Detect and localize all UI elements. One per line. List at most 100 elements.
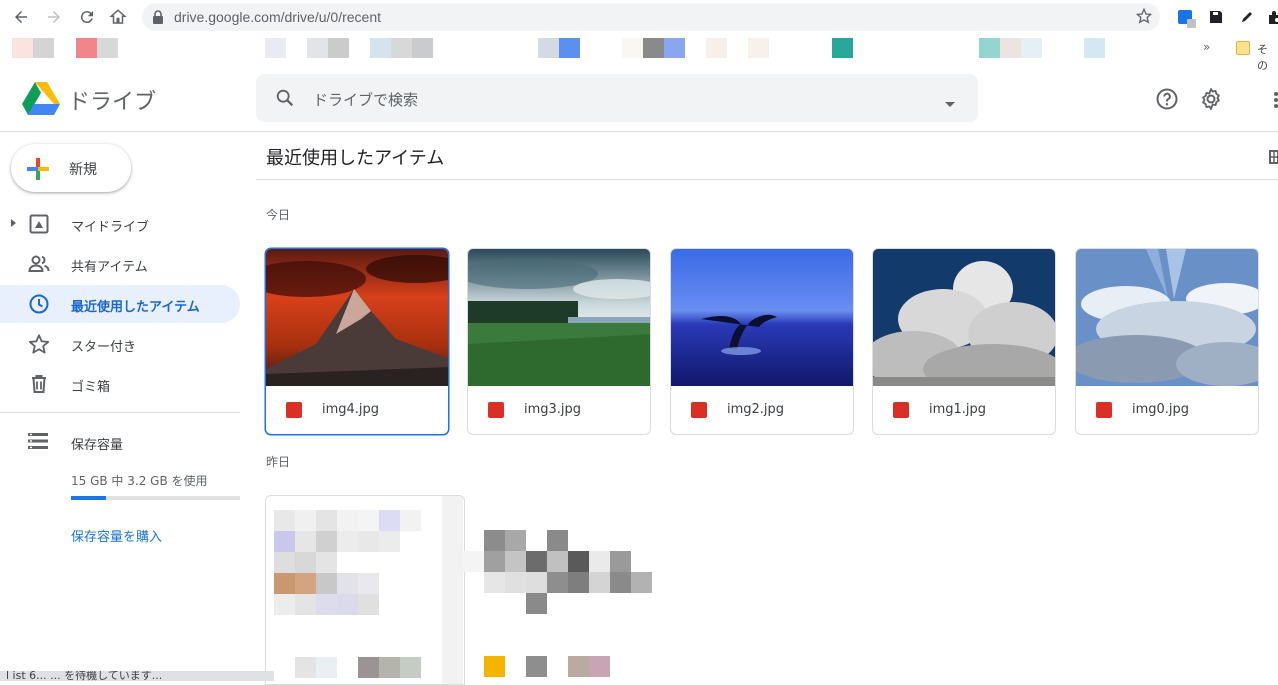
sidebar-item-shared[interactable]: 共有アイテム [0,245,240,283]
redacted-pixel [568,572,589,593]
redacted-pixel [379,531,400,552]
expand-arrow-icon[interactable] [11,219,16,227]
bookmark-item[interactable] [1000,38,1021,58]
bookmark-item[interactable] [33,38,54,58]
redacted-pixel [316,510,337,531]
bookmark-item[interactable] [538,38,559,58]
help-icon[interactable] [1155,87,1179,111]
file-card[interactable]: img1.jpg [872,248,1056,435]
sidebar-item-my-drive[interactable]: マイドライブ [0,205,240,243]
redacted-pixel [526,551,547,572]
bookmark-item[interactable] [12,38,33,58]
bookmark-item[interactable] [664,38,685,58]
redacted-pixel [358,531,379,552]
bookmark-item[interactable] [622,38,643,58]
file-thumbnail [671,249,853,386]
redacted-pixel [295,594,316,615]
search-icon[interactable] [274,87,296,113]
buy-storage-link[interactable]: 保存容量を購入 [71,526,162,545]
bookmark-item[interactable] [643,38,664,58]
sidebar-item-recent[interactable]: 最近使用したアイテム [0,285,240,323]
apps-menu-icon[interactable] [1270,87,1278,111]
redacted-pixel [316,657,337,678]
redacted-pixel [316,594,337,615]
file-name: img2.jpg [727,402,785,417]
redacted-pixel [589,551,610,572]
settings-gear-icon[interactable] [1199,87,1223,111]
redacted-pixel [526,572,547,593]
sidebar-item-label: 最近使用したアイテム [71,300,200,315]
redacted-pixel [295,552,316,573]
redacted-pixel [526,656,547,677]
bookmark-item[interactable] [412,38,433,58]
redacted-pixel [337,510,358,531]
bookmark-item[interactable] [1084,38,1105,58]
section-label-today: 今日 [266,208,291,222]
redacted-pixel [589,656,610,677]
reload-icon[interactable] [76,6,98,28]
bookmarks-overflow-button[interactable]: » [1203,40,1210,54]
bookmark-item[interactable] [265,38,286,58]
new-button-label: 新規 [69,162,97,178]
extensions-puzzle-icon[interactable] [1264,7,1278,27]
drive-logo-icon[interactable] [22,82,60,116]
redacted-pixel [547,530,568,551]
redacted-pixel [295,657,316,678]
image-file-icon [1096,402,1112,418]
storage-label[interactable]: 保存容量 [71,434,123,453]
extension-save-icon[interactable] [1206,7,1226,27]
search-box[interactable]: ドライブで検索 [256,74,978,122]
file-thumbnail [1076,249,1258,386]
forward-icon[interactable] [43,6,65,28]
back-icon[interactable] [10,6,32,28]
bookmark-star-icon[interactable] [1135,7,1153,28]
file-card[interactable] [265,495,465,685]
bookmark-item[interactable] [307,38,328,58]
file-card-footer: img4.jpg [266,386,448,434]
address-bar[interactable]: drive.google.com/drive/u/0/recent [142,3,1160,31]
bookmark-item[interactable] [76,38,97,58]
folder-icon [1236,41,1250,55]
file-card-footer: img0.jpg [1076,386,1258,434]
redacted-pixel [274,531,295,552]
new-button[interactable]: 新規 [11,144,131,192]
redacted-pixel [568,551,589,572]
bookmark-item[interactable] [328,38,349,58]
file-thumbnail [266,249,448,386]
bookmark-item[interactable] [370,38,391,58]
bookmarks-bar: » その [0,34,1278,72]
main-divider [256,179,1278,180]
file-name: img1.jpg [929,402,987,417]
redacted-pixel [484,656,505,677]
sidebar-item-trash[interactable]: ゴミ箱 [0,365,240,403]
bookmark-item[interactable] [559,38,580,58]
extension-translate-icon[interactable] [1175,7,1196,28]
file-card[interactable]: img2.jpg [670,248,854,435]
image-file-icon [286,402,302,418]
url-text: drive.google.com/drive/u/0/recent [174,9,381,25]
sidebar-item-starred[interactable]: スター付き [0,325,240,363]
home-icon[interactable] [107,6,129,28]
bookmark-item[interactable] [832,38,853,58]
bookmark-item[interactable] [1021,38,1042,58]
grid-view-icon[interactable] [1269,149,1278,168]
file-card[interactable]: img0.jpg [1075,248,1259,435]
file-card[interactable]: img3.jpg [467,248,651,435]
file-card-footer: img2.jpg [671,386,853,434]
search-input[interactable]: ドライブで検索 [313,89,418,110]
redacted-pixel [274,510,295,531]
bookmark-item[interactable] [706,38,727,58]
file-card[interactable]: img4.jpg [265,248,449,435]
redacted-pixel [631,572,652,593]
extension-pen-icon[interactable] [1237,7,1257,27]
storage-usage-bar [71,496,240,500]
redacted-pixel [505,572,526,593]
app-name[interactable]: ドライブ [68,84,156,116]
redacted-pixel [547,551,568,572]
storage-usage-text: 15 GB 中 3.2 GB を使用 [71,474,208,488]
bookmark-item[interactable] [97,38,118,58]
bookmark-item[interactable] [979,38,1000,58]
search-options-dropdown-icon[interactable] [944,94,956,113]
bookmark-item[interactable] [391,38,412,58]
bookmark-item[interactable] [748,38,769,58]
